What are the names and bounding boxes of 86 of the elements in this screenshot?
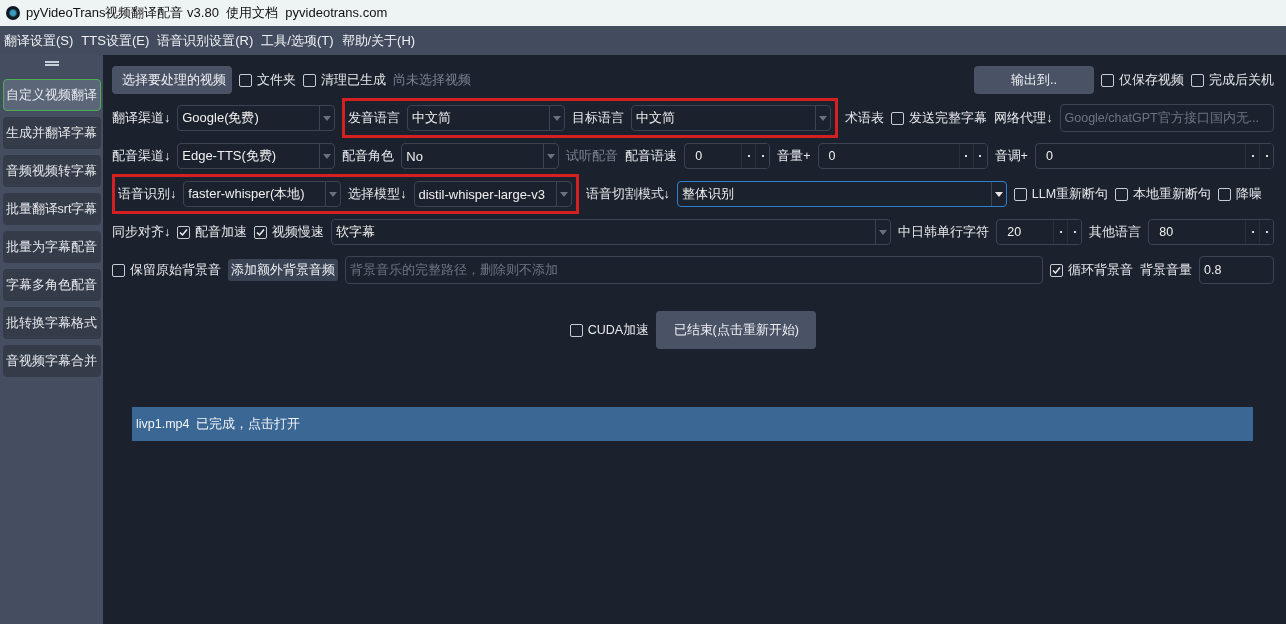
checkbox[interactable]: 配音加速 bbox=[177, 223, 248, 241]
field-label: 语音识别↓ bbox=[118, 185, 177, 203]
drag-handle-icon[interactable] bbox=[44, 61, 59, 66]
sidebar-item[interactable]: 批量翻译srt字幕 bbox=[2, 193, 101, 225]
field-label: 中日韩单行字符 bbox=[898, 223, 990, 241]
field-label: 配音语速 bbox=[625, 147, 678, 165]
checkbox[interactable]: 清理已生成 bbox=[303, 71, 386, 89]
dropdown-arrow-icon bbox=[553, 115, 562, 121]
dropdown-arrow-icon bbox=[879, 229, 888, 235]
field-label: 背景音量 bbox=[1140, 261, 1192, 279]
dropdown-arrow-icon bbox=[329, 191, 338, 197]
dropdown[interactable]: 中文简 bbox=[407, 105, 566, 131]
menu-item[interactable]: TTS设置(E) bbox=[81, 31, 150, 50]
checkbox[interactable]: 降噪 bbox=[1218, 185, 1263, 203]
field-label: 网络代理↓ bbox=[994, 109, 1053, 127]
check-icon bbox=[179, 227, 189, 237]
number-field[interactable]: 0 bbox=[684, 143, 771, 169]
dropdown-arrow-icon bbox=[547, 153, 556, 159]
dropdown-arrow-icon bbox=[323, 115, 332, 121]
field-label: 目标语言 bbox=[572, 109, 625, 127]
dropdown[interactable]: 中文简 bbox=[631, 105, 832, 131]
input-field[interactable]: 背景音乐的完整路径，删除则不添加 bbox=[345, 256, 1043, 284]
dropdown-arrow-icon bbox=[559, 191, 568, 197]
menu-item[interactable]: 工具/选项(T) bbox=[261, 31, 334, 50]
check-icon bbox=[256, 227, 266, 237]
sidebar-item[interactable]: 音视频字幕合并 bbox=[2, 345, 101, 377]
dropdown-arrow-icon bbox=[994, 191, 1003, 197]
status-hint: 尚未选择视频 bbox=[393, 71, 471, 89]
field-label: 翻译渠道↓ bbox=[112, 109, 171, 127]
sidebar-item[interactable]: 批量为字幕配音 bbox=[2, 231, 101, 263]
field-label: 语音切割模式↓ bbox=[585, 185, 670, 203]
field-label: 术语表 bbox=[845, 109, 885, 127]
checkbox[interactable]: 仅保存视频 bbox=[1101, 71, 1184, 89]
field-label: 选择模型↓ bbox=[348, 185, 407, 203]
field-label: 音量+ bbox=[777, 147, 811, 165]
field-label: 发音语言 bbox=[348, 109, 401, 127]
dropdown-arrow-icon bbox=[819, 115, 828, 121]
number-field[interactable]: 80 bbox=[1148, 219, 1274, 245]
sidebar-item[interactable]: 音频视频转字幕 bbox=[2, 155, 101, 187]
menu-item[interactable]: 帮助/关于(H) bbox=[341, 31, 416, 50]
stepper-button[interactable] bbox=[755, 144, 770, 168]
status-bar[interactable]: livp1.mp4 已完成，点击打开 bbox=[132, 407, 1253, 441]
stepper-button[interactable] bbox=[1259, 144, 1273, 168]
checkbox[interactable]: 发送完整字幕 bbox=[891, 109, 988, 127]
dropdown[interactable]: 软字幕 bbox=[331, 219, 892, 245]
action-button[interactable]: 输出到.. bbox=[974, 66, 1094, 94]
stepper-button[interactable] bbox=[1259, 220, 1273, 244]
checkbox[interactable]: 本地重新断句 bbox=[1115, 185, 1212, 203]
number-field[interactable]: 0 bbox=[1034, 143, 1274, 169]
checkbox[interactable]: LLM重新断句 bbox=[1013, 185, 1109, 203]
field-label: 其他语言 bbox=[1089, 223, 1142, 241]
number-field[interactable]: 0 bbox=[817, 143, 988, 169]
field-label: 配音渠道↓ bbox=[112, 147, 171, 165]
dropdown[interactable]: Google(免费) bbox=[177, 105, 336, 131]
input-field[interactable]: 0.8 bbox=[1199, 256, 1274, 284]
checkbox[interactable]: 视频慢速 bbox=[254, 223, 325, 241]
menu-item[interactable]: 翻译设置(S) bbox=[4, 31, 74, 50]
app-logo-icon bbox=[6, 6, 20, 20]
menu-item[interactable]: 语音识别设置(R) bbox=[157, 31, 254, 50]
check-icon bbox=[1052, 265, 1061, 275]
input-field[interactable]: Google/chatGPT官方接口国内无... bbox=[1059, 104, 1274, 132]
action-button[interactable]: 已结束(点击重新开始) bbox=[656, 311, 817, 349]
sidebar-item[interactable]: 自定义视频翻译 bbox=[2, 79, 101, 111]
checkbox[interactable]: 循环背景音 bbox=[1050, 261, 1133, 279]
dropdown[interactable]: distil-whisper-large-v3 bbox=[413, 181, 572, 207]
field-label: 配音角色 bbox=[342, 147, 395, 165]
preview-link[interactable]: 试听配音 bbox=[566, 147, 619, 165]
sidebar-item[interactable]: 字幕多角色配音 bbox=[2, 269, 101, 301]
window-title: pyVideoTrans视频翻译配音 v3.80 使用文档 pyvideotrans.com bbox=[26, 4, 388, 22]
action-button[interactable]: 选择要处理的视频 bbox=[112, 66, 232, 94]
add-audio-button[interactable]: 添加额外背景音频 bbox=[228, 259, 338, 281]
field-label: 同步对齐↓ bbox=[112, 223, 171, 241]
sidebar-item[interactable]: 批转换字幕格式 bbox=[2, 307, 101, 339]
checkbox[interactable]: CUDA加速 bbox=[569, 321, 650, 339]
checkbox[interactable]: 文件夹 bbox=[239, 71, 296, 89]
dropdown[interactable]: faster-whisper(本地) bbox=[183, 181, 342, 207]
checkbox[interactable]: 完成后关机 bbox=[1191, 71, 1274, 89]
checkbox[interactable]: 保留原始背景音 bbox=[112, 261, 221, 279]
field-label: 音调+ bbox=[994, 147, 1028, 165]
number-field[interactable]: 20 bbox=[996, 219, 1083, 245]
dropdown[interactable]: 整体识别 bbox=[676, 181, 1007, 207]
dropdown[interactable]: Edge-TTS(免费) bbox=[177, 143, 336, 169]
dropdown[interactable]: No bbox=[401, 143, 560, 169]
stepper-button[interactable] bbox=[1067, 220, 1082, 244]
sidebar-item[interactable]: 生成并翻译字幕 bbox=[2, 117, 101, 149]
dropdown-arrow-icon bbox=[323, 153, 332, 159]
